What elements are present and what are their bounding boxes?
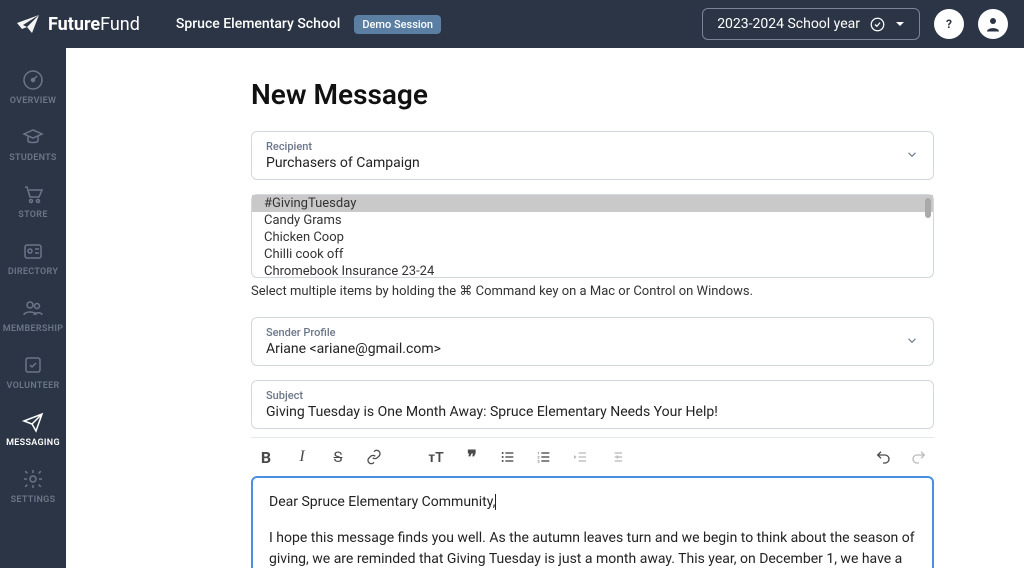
demo-badge: Demo Session	[354, 15, 441, 34]
sidebar-label: STUDENTS	[9, 153, 56, 163]
sidebar: OVERVIEW STUDENTS STORE DIRECTORY MEMBER…	[0, 48, 66, 568]
check-square-icon	[20, 352, 46, 378]
graduation-icon	[20, 124, 46, 150]
sender-label: Sender Profile	[266, 326, 919, 339]
sender-value: Ariane <ariane@gmail.com>	[266, 341, 919, 357]
sidebar-label: DIRECTORY	[8, 267, 58, 277]
gear-icon	[20, 466, 46, 492]
sidebar-item-volunteer[interactable]: VOLUNTEER	[0, 343, 66, 400]
undo-button[interactable]	[874, 448, 892, 466]
cart-icon	[20, 181, 46, 207]
message-body-editor[interactable]: Dear Spruce Elementary Community, I hope…	[251, 476, 934, 568]
chevron-down-icon	[905, 332, 919, 351]
bullet-list-button[interactable]	[499, 448, 517, 466]
recipient-value: Purchasers of Campaign	[266, 155, 919, 171]
quote-button[interactable]: ❞	[463, 448, 481, 466]
campaign-listbox[interactable]: #GivingTuesday Candy Grams Chicken Coop …	[251, 194, 934, 278]
bold-button[interactable]: B	[257, 448, 275, 466]
sidebar-label: MESSAGING	[6, 438, 60, 448]
subject-label: Subject	[266, 389, 919, 402]
body-paragraph: Dear Spruce Elementary Community,	[269, 494, 495, 510]
school-name: Spruce Elementary School	[176, 16, 340, 32]
sidebar-label: OVERVIEW	[10, 96, 56, 106]
sidebar-label: MEMBERSHIP	[3, 324, 64, 334]
sidebar-label: VOLUNTEER	[7, 381, 60, 391]
sidebar-item-directory[interactable]: DIRECTORY	[0, 229, 66, 286]
sidebar-label: STORE	[18, 210, 47, 220]
user-icon	[984, 15, 1002, 33]
paper-plane-icon	[16, 14, 40, 34]
brand-light: Fund	[100, 14, 140, 35]
sidebar-item-overview[interactable]: OVERVIEW	[0, 58, 66, 115]
redo-button[interactable]	[910, 448, 928, 466]
listbox-option[interactable]: Chicken Coop	[252, 229, 933, 246]
svg-text:3: 3	[537, 458, 539, 463]
logo: FutureFund	[16, 14, 140, 35]
profile-button[interactable]	[978, 9, 1008, 39]
caret-down-icon	[895, 19, 905, 29]
listbox-option[interactable]: Chilli cook off	[252, 246, 933, 263]
folder-icon	[20, 238, 46, 264]
recipient-select[interactable]: Recipient Purchasers of Campaign	[251, 131, 934, 180]
brand-bold: Future	[48, 14, 100, 35]
page-title: New Message	[251, 78, 934, 111]
link-button[interactable]	[365, 448, 383, 466]
check-circle-icon	[870, 17, 885, 32]
help-button[interactable]: ?	[934, 9, 964, 39]
svg-text:?: ?	[946, 17, 952, 31]
send-icon	[20, 409, 46, 435]
sidebar-item-membership[interactable]: MEMBERSHIP	[0, 286, 66, 343]
sidebar-item-students[interactable]: STUDENTS	[0, 115, 66, 172]
scrollbar-thumb[interactable]	[925, 198, 931, 218]
sidebar-item-store[interactable]: STORE	[0, 172, 66, 229]
subject-value: Giving Tuesday is One Month Away: Spruce…	[266, 404, 919, 420]
chevron-down-icon	[905, 146, 919, 165]
multi-select-help: Select multiple items by holding the ⌘ C…	[251, 284, 934, 299]
indent-button[interactable]	[607, 448, 625, 466]
recipient-label: Recipient	[266, 140, 919, 153]
body-paragraph: I hope this message finds you well. As t…	[269, 528, 916, 568]
subject-field[interactable]: Subject Giving Tuesday is One Month Away…	[251, 380, 934, 429]
strike-button[interactable]: S	[329, 448, 347, 466]
listbox-option[interactable]: Chromebook Insurance 23-24	[252, 263, 933, 277]
number-list-button[interactable]: 123	[535, 448, 553, 466]
listbox-option[interactable]: #GivingTuesday	[252, 195, 933, 212]
year-label: 2023-2024 School year	[717, 16, 860, 32]
sidebar-label: SETTINGS	[11, 495, 56, 505]
help-icon: ?	[941, 16, 957, 32]
users-icon	[20, 295, 46, 321]
sidebar-item-settings[interactable]: SETTINGS	[0, 457, 66, 514]
sidebar-item-messaging[interactable]: MESSAGING	[0, 400, 66, 457]
outdent-button[interactable]	[571, 448, 589, 466]
heading-button[interactable]: ᴛT	[427, 448, 445, 466]
editor-toolbar: B I S ᴛT ❞ 123	[251, 437, 934, 476]
sender-select[interactable]: Sender Profile Ariane <ariane@gmail.com>	[251, 317, 934, 366]
listbox-option[interactable]: Candy Grams	[252, 212, 933, 229]
text-cursor	[495, 494, 496, 510]
italic-button[interactable]: I	[293, 448, 311, 466]
gauge-icon	[20, 67, 46, 93]
year-selector[interactable]: 2023-2024 School year	[702, 8, 920, 40]
main-content: New Message Recipient Purchasers of Camp…	[66, 48, 1024, 568]
app-header: FutureFund Spruce Elementary School Demo…	[0, 0, 1024, 48]
